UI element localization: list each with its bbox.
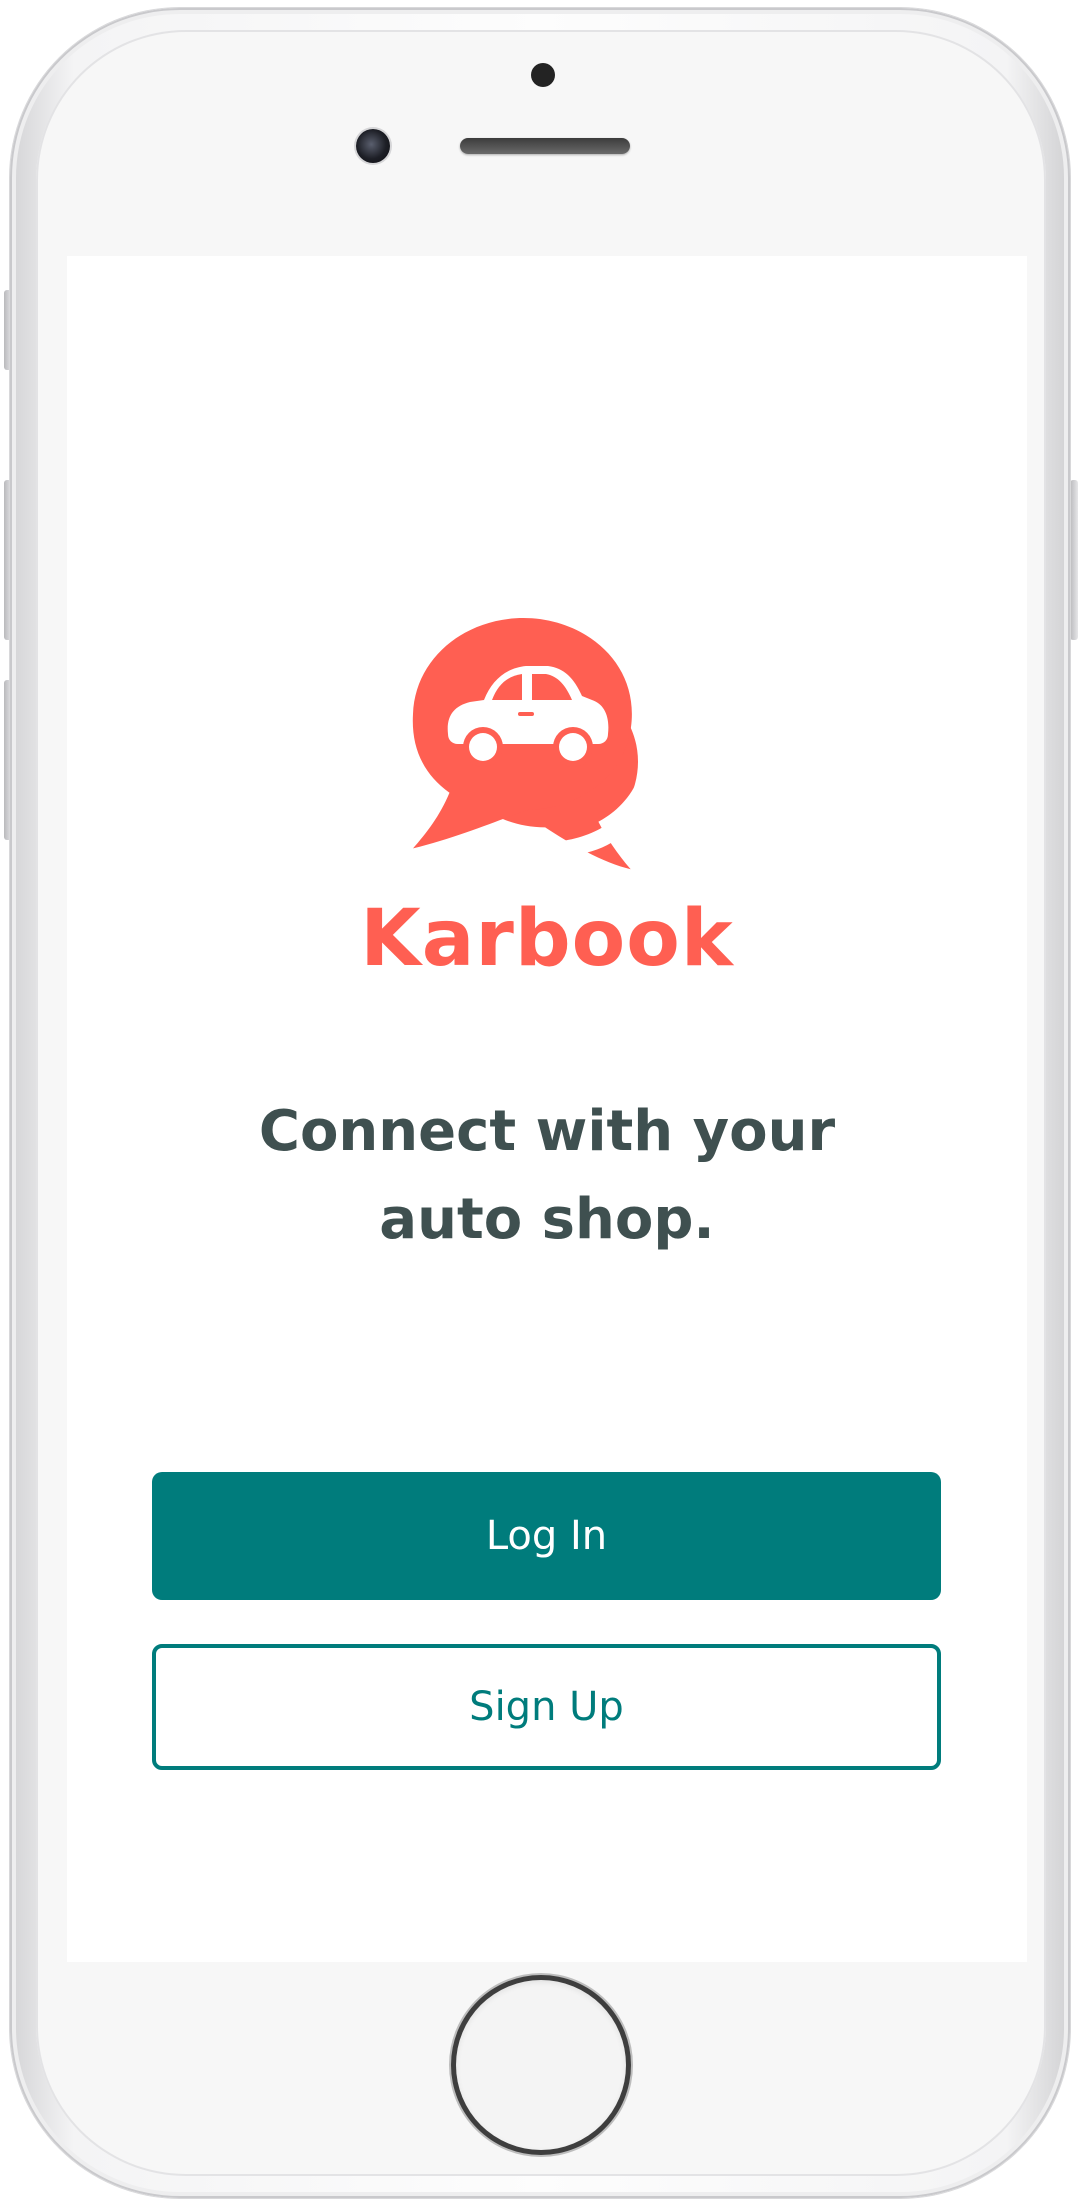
home-button-icon[interactable] — [456, 1980, 626, 2150]
front-camera-icon — [356, 129, 390, 163]
tagline-line-1: Connect with your — [258, 1099, 836, 1164]
earpiece-speaker-icon — [460, 138, 630, 154]
chat-bubbles-car-icon — [412, 618, 654, 870]
tagline-line-2: auto shop. — [379, 1187, 715, 1252]
device-mockup: Karbook Connect with your auto shop. Log… — [0, 0, 1081, 2207]
signup-button-label: Sign Up — [469, 1684, 624, 1730]
proximity-sensor — [531, 63, 555, 87]
login-button-label: Log In — [485, 1513, 608, 1559]
welcome-screen: Karbook Connect with your auto shop. Log… — [67, 256, 1027, 1962]
signup-button[interactable]: Sign Up — [152, 1644, 941, 1770]
tagline: Connect with your auto shop. — [67, 1088, 1027, 1264]
login-button[interactable]: Log In — [152, 1472, 941, 1600]
power-button — [1070, 480, 1078, 640]
brand-name: Karbook — [360, 894, 734, 984]
